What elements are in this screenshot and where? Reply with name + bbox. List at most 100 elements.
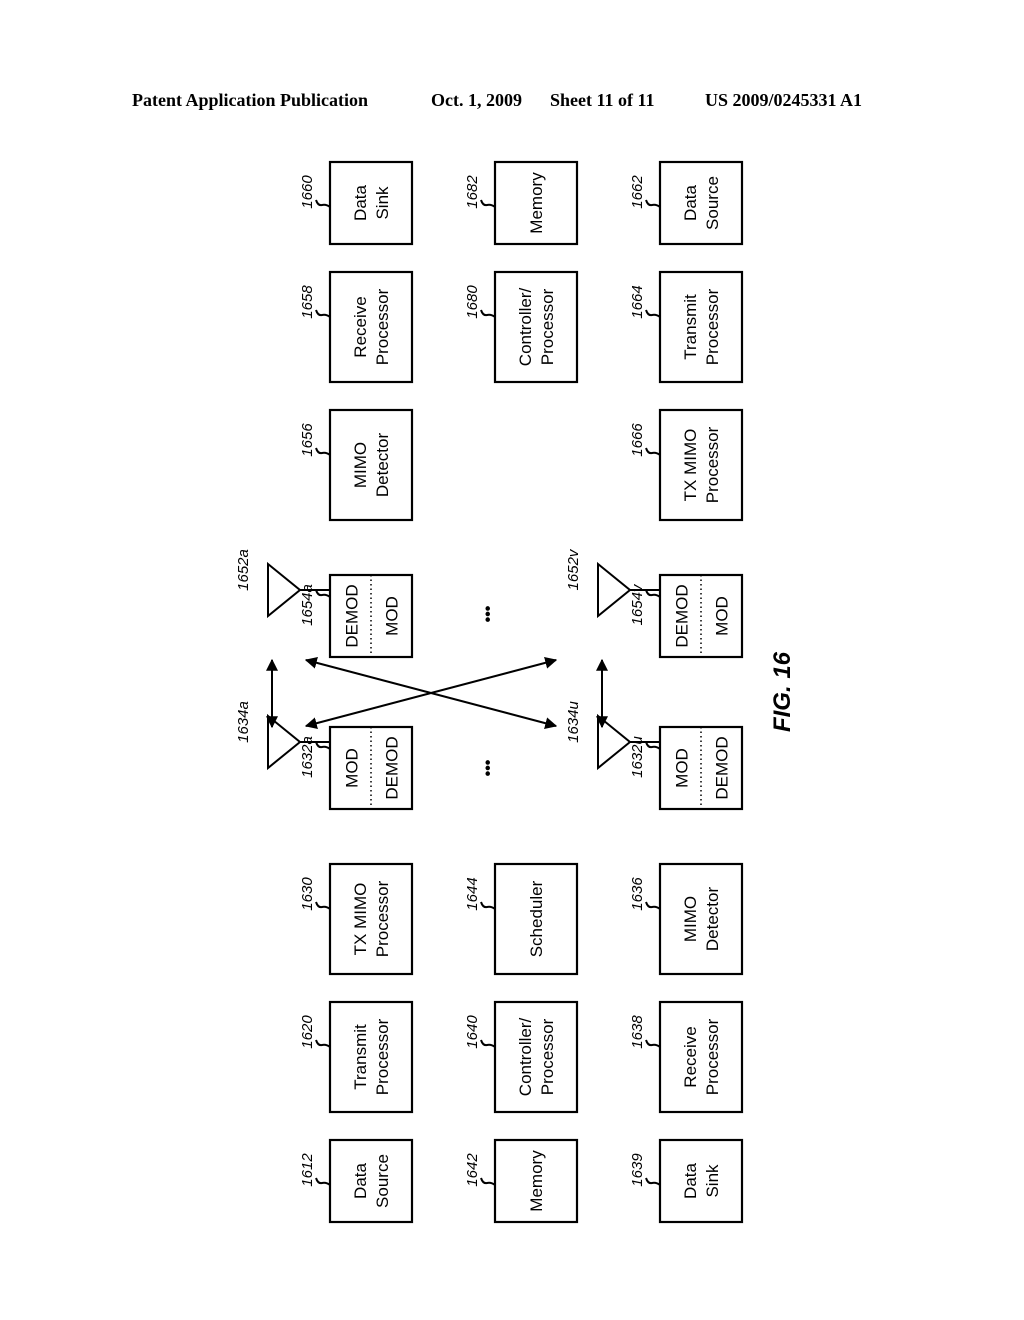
block-1660 xyxy=(328,160,414,246)
reference-number: 1664 xyxy=(629,285,646,318)
reference-number: 1620 xyxy=(299,1015,316,1049)
block-label: Processor xyxy=(703,288,722,365)
leader-line xyxy=(645,1039,661,1048)
block-label: MIMO xyxy=(681,896,700,942)
leader-line xyxy=(645,589,661,598)
block-label: Sink xyxy=(703,1164,722,1198)
block-label: Detector xyxy=(703,887,722,952)
reference-number: 1630 xyxy=(299,877,316,911)
figure-16-diagram: Data Sink1660 Memory1682 Data Source1662Rece… xyxy=(235,160,796,1224)
block-label: DEMOD xyxy=(673,584,692,647)
antenna-reference: 1652a xyxy=(235,549,252,591)
leader-line xyxy=(480,309,496,318)
reference-number: 1639 xyxy=(629,1153,646,1187)
block-label: Processor xyxy=(373,880,392,957)
block-1656 xyxy=(328,408,414,522)
block-label: Data xyxy=(351,185,370,221)
block-label: DEMOD xyxy=(383,736,402,799)
antenna-reference: 1634a xyxy=(235,701,252,743)
leader-line xyxy=(315,901,331,910)
block-1612 xyxy=(328,1138,414,1224)
leader-line xyxy=(315,741,331,750)
reference-number: 1644 xyxy=(464,877,481,910)
antenna-reference: 1634u xyxy=(565,700,582,742)
block-label: Data xyxy=(681,185,700,221)
block-label: MOD xyxy=(673,748,692,788)
leader-line xyxy=(645,199,661,208)
block-label: Processor xyxy=(538,1018,557,1095)
antenna-icon xyxy=(597,561,632,619)
leader-line xyxy=(645,741,661,750)
reference-number: 1612 xyxy=(299,1153,316,1187)
block-1666 xyxy=(658,408,744,522)
block-1640 xyxy=(493,1000,579,1114)
leader-line xyxy=(480,901,496,910)
ellipsis: ••• xyxy=(480,759,497,776)
block-label: Processor xyxy=(703,1018,722,1095)
block-1630 xyxy=(328,862,414,976)
leader-line xyxy=(315,589,331,598)
block-1638 xyxy=(658,1000,744,1114)
block-label: Transmit xyxy=(681,294,700,360)
block-label: Transmit xyxy=(351,1024,370,1090)
block-1639 xyxy=(658,1138,744,1224)
block-1680 xyxy=(493,270,579,384)
reference-number: 1660 xyxy=(299,175,316,209)
block-label: TX MIMO xyxy=(681,429,700,502)
leader-line xyxy=(645,1177,661,1186)
block-1664 xyxy=(658,270,744,384)
block-label: Sink xyxy=(373,186,392,220)
leader-line xyxy=(315,447,331,456)
leader-line xyxy=(480,199,496,208)
leader-line xyxy=(315,1177,331,1186)
block-label: MOD xyxy=(343,748,362,788)
leader-line xyxy=(315,309,331,318)
block-label: Processor xyxy=(373,288,392,365)
ellipsis: ••• xyxy=(480,605,497,622)
leader-line xyxy=(480,1039,496,1048)
block-label: Scheduler xyxy=(527,880,546,957)
block-1620 xyxy=(328,1000,414,1114)
block-label: MIMO xyxy=(351,442,370,488)
reference-number: 1636 xyxy=(629,877,646,911)
block-label: MOD xyxy=(713,596,732,636)
block-label: Processor xyxy=(703,426,722,503)
block-label: TX MIMO xyxy=(351,883,370,956)
figure-caption: FIG. 16 xyxy=(769,651,796,732)
reference-number: 1682 xyxy=(464,175,481,209)
reference-number: 1662 xyxy=(629,175,646,209)
leader-line xyxy=(315,1039,331,1048)
leader-line xyxy=(645,901,661,910)
leader-line xyxy=(315,199,331,208)
block-1636 xyxy=(658,862,744,976)
block-label: Processor xyxy=(373,1018,392,1095)
block-label: DEMOD xyxy=(713,736,732,799)
block-1658 xyxy=(328,270,414,384)
reference-number: 1656 xyxy=(299,423,316,457)
leader-line xyxy=(645,447,661,456)
block-label: Controller/ xyxy=(516,1018,535,1097)
reference-number: 1638 xyxy=(629,1015,646,1049)
block-label: Memory xyxy=(527,172,546,234)
block-label: Source xyxy=(703,176,722,230)
reference-number: 1680 xyxy=(464,285,481,319)
block-label: Receive xyxy=(351,296,370,357)
reference-number: 1642 xyxy=(464,1153,481,1187)
antenna-icon xyxy=(267,561,302,619)
antenna-reference: 1652v xyxy=(565,548,582,590)
leader-line xyxy=(480,1177,496,1186)
block-label: Receive xyxy=(681,1026,700,1087)
block-label: Detector xyxy=(373,433,392,498)
reference-number: 1666 xyxy=(629,423,646,457)
reference-number: 1640 xyxy=(464,1015,481,1049)
reference-number: 1658 xyxy=(299,285,316,319)
block-1662 xyxy=(658,160,744,246)
block-label: MOD xyxy=(383,596,402,636)
block-label: Controller/ xyxy=(516,288,535,367)
block-label: Processor xyxy=(538,288,557,365)
block-label: Source xyxy=(373,1154,392,1208)
leader-line xyxy=(645,309,661,318)
block-label: Data xyxy=(681,1163,700,1199)
block-label: Data xyxy=(351,1163,370,1199)
block-label: Memory xyxy=(527,1150,546,1212)
